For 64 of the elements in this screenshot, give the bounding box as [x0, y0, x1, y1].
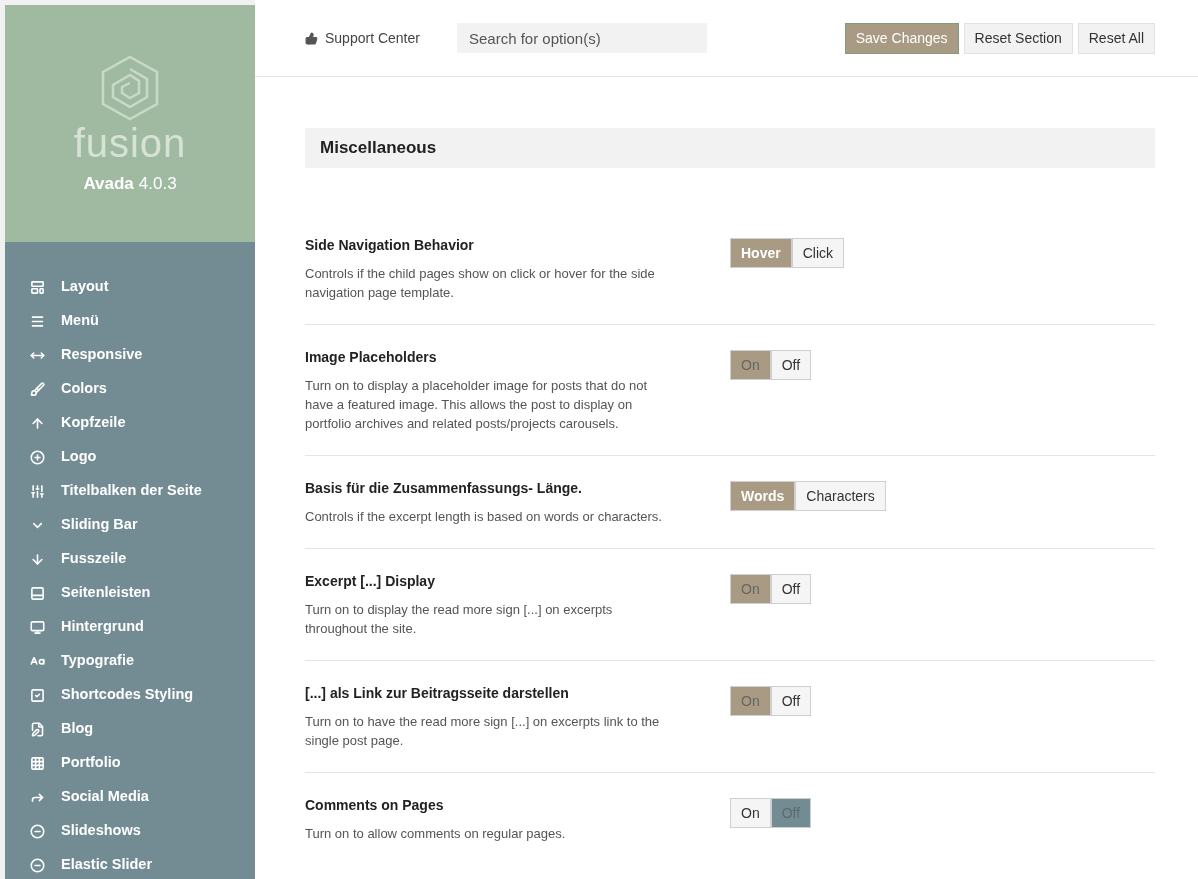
sidebar-item[interactable]: Seitenleisten — [61, 582, 151, 604]
toolbar-button[interactable]: Save Changes — [844, 22, 959, 54]
edit-icon — [30, 721, 45, 737]
setting-description: Controls if the excerpt length is based on words or characters. — [305, 508, 663, 526]
sidebar-item[interactable]: Kopfzeile — [61, 412, 126, 434]
option-toggle[interactable]: Off — [770, 686, 812, 716]
sidebar-item[interactable]: Elastic Slider — [61, 854, 153, 876]
sidebar-item[interactable]: Fusszeile — [61, 548, 127, 570]
grid-icon — [30, 755, 45, 771]
support-center-link[interactable]: Support Center — [325, 27, 420, 49]
sidebar-item[interactable]: Shortcodes Styling — [61, 684, 194, 706]
plus-circle-icon — [30, 449, 45, 465]
panel-icon — [30, 585, 45, 601]
setting-title: Basis für die Zusammenfassungs- Länge. — [305, 479, 583, 498]
section-title: Miscellaneous — [320, 137, 437, 160]
setting-description: Turn on to have the read more sign [...] on excerpts link to the single post page. — [305, 713, 661, 750]
setting-title: Image Placeholders — [305, 348, 438, 367]
hexagon-logo-icon — [100, 55, 160, 121]
sliders-icon — [30, 483, 45, 499]
sidebar-item[interactable]: Slideshows — [61, 820, 141, 842]
sidebar-item[interactable]: Sliding Bar — [61, 514, 138, 536]
menu-icon — [30, 313, 45, 329]
setting-title: Side Navigation Behavior — [305, 236, 475, 255]
sidebar-item[interactable]: Hintergrund — [61, 616, 144, 638]
setting-description: Turn on to display a placeholder image for posts that do not have a featured image. This allows the post to display on portfolio archives and related posts/projects carousels. — [305, 377, 649, 433]
sidebar-item[interactable]: Layout — [61, 276, 109, 298]
option-toggle[interactable]: Words — [730, 481, 796, 511]
option-toggle[interactable]: On — [730, 574, 771, 604]
setting-description: Turn on to allow comments on regular pages. — [305, 825, 567, 843]
search-field[interactable]: Search for option(s) — [456, 23, 707, 53]
minus-circle-icon — [30, 857, 45, 873]
setting-description: Turn on to display the read more sign [...] on excerpts throughout the site. — [305, 601, 614, 638]
setting-title: Excerpt [...] Display — [305, 572, 436, 591]
option-toggle[interactable]: Hover — [730, 238, 792, 268]
option-toggle[interactable]: On — [730, 686, 771, 716]
option-toggle[interactable]: On — [730, 798, 771, 828]
option-toggle[interactable]: Characters — [795, 481, 886, 511]
product-name: Avada — [83, 175, 134, 192]
down-arrow-icon — [30, 551, 45, 567]
sidebar-item[interactable]: Colors — [61, 378, 107, 400]
minus-circle-icon — [30, 823, 45, 839]
sidebar-item[interactable]: Typografie — [61, 650, 135, 672]
brush-icon — [30, 381, 45, 397]
toolbar-button[interactable]: Reset All — [1077, 22, 1155, 54]
setting-title: [...] als Link zur Beitragsseite darstellen — [305, 684, 570, 703]
thumbs-up-icon — [305, 31, 318, 45]
option-toggle[interactable]: Off — [770, 574, 812, 604]
product-version: 4.0.3 — [138, 175, 177, 192]
option-toggle[interactable]: Click — [791, 238, 845, 268]
option-toggle[interactable]: On — [730, 350, 771, 380]
monitor-icon — [30, 619, 45, 635]
sidebar-item[interactable]: Menü — [61, 310, 99, 332]
option-toggle[interactable]: Off — [770, 350, 812, 380]
layout-icon — [30, 279, 45, 295]
sidebar-item[interactable]: Logo — [61, 446, 97, 468]
checkbox-icon — [30, 687, 45, 703]
sidebar-item[interactable]: Titelbalken der Seite — [61, 480, 202, 502]
setting-title: Comments on Pages — [305, 796, 445, 815]
sidebar-item[interactable]: Blog — [61, 718, 94, 740]
toolbar-button[interactable]: Reset Section — [963, 22, 1073, 54]
sidebar-item[interactable]: Social Media — [61, 786, 149, 808]
sidebar-item[interactable]: Portfolio — [61, 752, 121, 774]
setting-description: Controls if the child pages show on click or hover for the side navigation page template. — [305, 265, 656, 302]
sidebar-item[interactable]: Responsive — [61, 344, 143, 366]
